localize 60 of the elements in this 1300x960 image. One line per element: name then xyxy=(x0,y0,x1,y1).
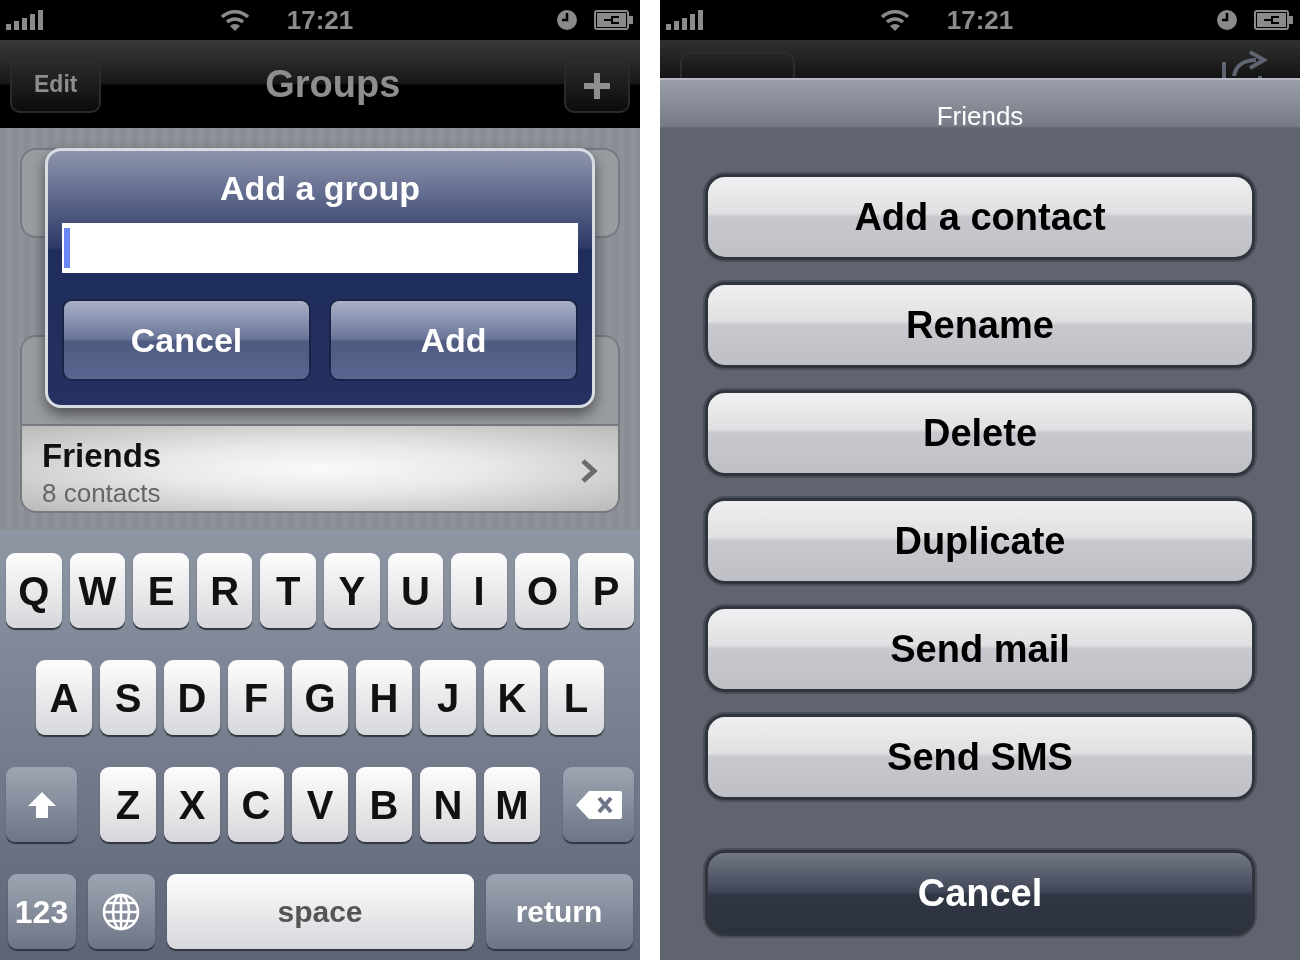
action-button[interactable]: Add a contact xyxy=(705,174,1255,260)
keyboard-key[interactable]: P xyxy=(578,553,634,628)
alert-title: Add a group xyxy=(218,171,422,205)
action-button[interactable]: Delete xyxy=(705,390,1255,476)
clock-icon xyxy=(556,9,578,31)
keyboard-key[interactable]: N xyxy=(420,767,476,842)
keyboard-key[interactable]: V xyxy=(292,767,348,842)
cancel-button[interactable]: Cancel xyxy=(705,850,1255,936)
alert-button[interactable]: Cancel xyxy=(62,299,311,381)
space-key[interactable]: space xyxy=(166,874,474,949)
action-button[interactable]: Send mail xyxy=(705,606,1255,692)
plus-icon xyxy=(584,72,610,99)
keyboard-key[interactable]: R xyxy=(196,553,253,628)
status-time: 17:21 xyxy=(946,3,1014,37)
keyboard-key[interactable]: T xyxy=(260,553,316,628)
keyboard-key[interactable]: O xyxy=(514,553,571,628)
keyboard-key[interactable]: M xyxy=(484,767,540,842)
keyboard-key[interactable]: E xyxy=(133,553,189,628)
keyboard-key[interactable]: H xyxy=(356,660,412,735)
keyboard-key[interactable]: B xyxy=(356,767,412,842)
wifi-icon xyxy=(880,9,910,31)
globe-key[interactable] xyxy=(87,874,155,949)
action-button[interactable]: Duplicate xyxy=(705,498,1255,584)
keyboard-key[interactable]: G xyxy=(292,660,348,735)
keyboard-key[interactable]: Y xyxy=(324,553,380,628)
globe-icon xyxy=(101,891,141,932)
keyboard-key[interactable]: J xyxy=(420,660,476,735)
sheet-title: Friends xyxy=(935,100,1025,129)
keyboard-key[interactable]: F xyxy=(228,660,284,735)
status-time: 17:21 xyxy=(286,3,354,37)
keyboard-key[interactable]: W xyxy=(69,553,126,628)
contact-count: 8 contacts xyxy=(42,477,161,511)
battery-icon xyxy=(594,10,634,30)
delete-key[interactable] xyxy=(563,767,634,842)
shift-key[interactable] xyxy=(6,767,77,842)
keyboard-key[interactable]: L xyxy=(548,660,604,735)
group-name: Friends xyxy=(42,438,162,475)
keyboard-key[interactable]: I xyxy=(451,553,507,628)
backspace-icon xyxy=(574,789,623,820)
action-button[interactable]: Rename xyxy=(705,282,1255,368)
alert-button[interactable]: Add xyxy=(329,299,578,381)
keyboard-key[interactable]: A xyxy=(36,660,92,735)
keyboard-key[interactable]: X xyxy=(164,767,220,842)
keyboard-key[interactable]: K xyxy=(484,660,540,735)
keyboard-key[interactable]: U xyxy=(387,553,444,628)
chevron-icon xyxy=(580,458,598,484)
group-name-field[interactable] xyxy=(62,223,578,273)
keyboard-key[interactable]: D xyxy=(164,660,220,735)
signal-icon xyxy=(6,10,46,30)
signal-icon xyxy=(666,10,706,30)
keyboard-key[interactable]: Z xyxy=(100,767,156,842)
nav-title: Groups xyxy=(265,61,401,107)
group-row[interactable]: Friends 8 contacts xyxy=(22,424,618,511)
keyboard-key[interactable]: S xyxy=(100,660,156,735)
wifi-icon xyxy=(220,9,250,31)
battery-icon xyxy=(1254,10,1294,30)
clock-icon xyxy=(1216,9,1238,31)
action-button[interactable]: Send SMS xyxy=(705,714,1255,800)
keyboard-key[interactable]: Q xyxy=(6,553,62,628)
keyboard-key[interactable]: C xyxy=(228,767,284,842)
